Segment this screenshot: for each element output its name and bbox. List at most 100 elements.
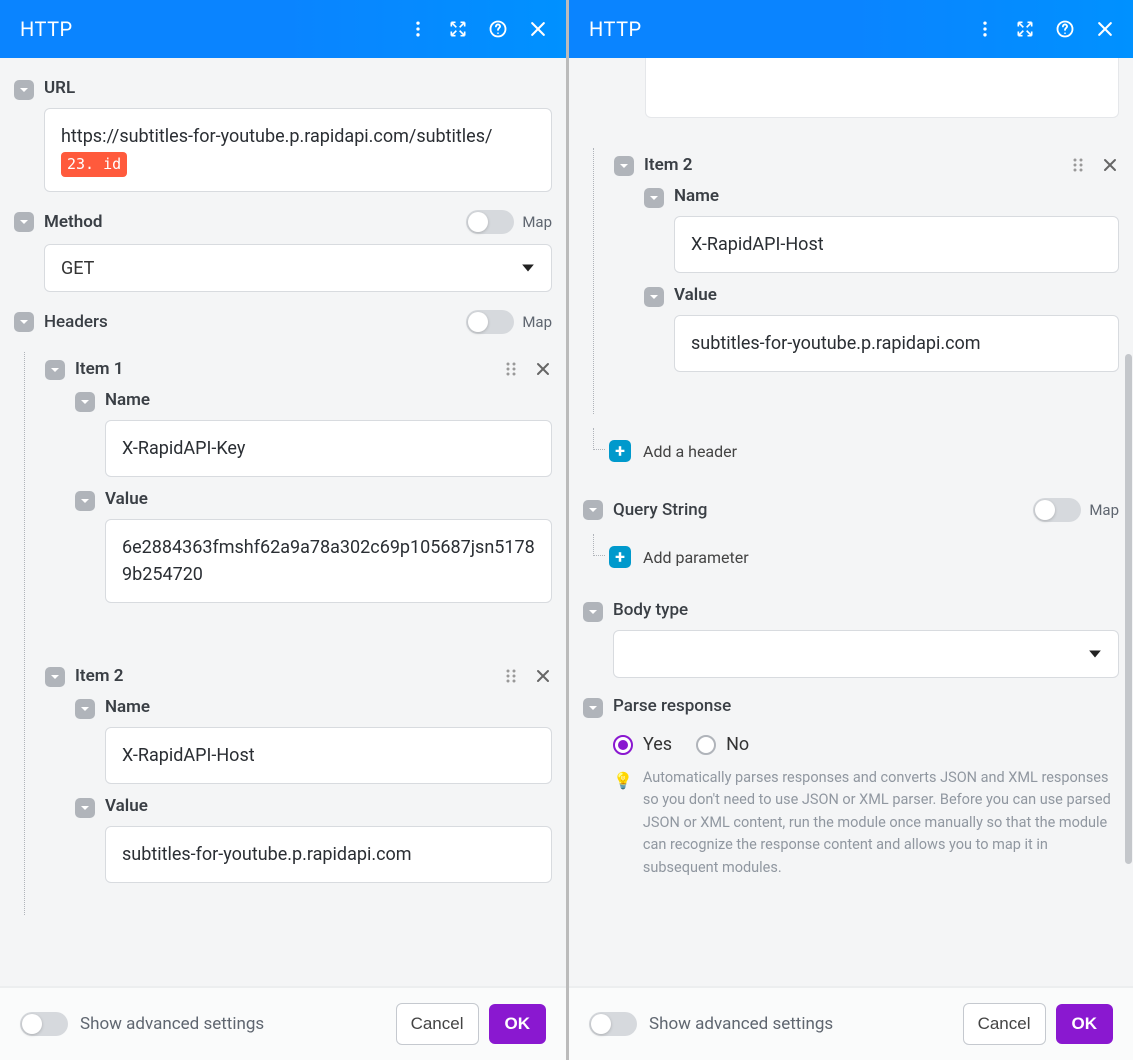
help-icon[interactable] (1055, 19, 1075, 39)
body-select[interactable] (613, 630, 1119, 678)
url-label: URL (44, 78, 552, 98)
headers-list: Item 1 Name X-RapidAPI-Key (24, 352, 552, 915)
map-toggle[interactable] (466, 310, 514, 334)
expand-icon[interactable] (448, 19, 468, 39)
collapse-button[interactable] (14, 312, 34, 332)
ok-button[interactable]: OK (1056, 1004, 1114, 1044)
close-icon[interactable] (528, 19, 548, 39)
map-label: Map (1089, 501, 1119, 519)
url-text: https://subtitles-for-youtube.p.rapidapi… (61, 126, 492, 147)
parse-field: Parse response Yes No 💡 Automatically pa… (583, 696, 1119, 879)
name-label: Name (674, 186, 1119, 206)
panel-title: HTTP (20, 17, 408, 41)
collapse-button[interactable] (583, 500, 603, 520)
collapse-button[interactable] (14, 212, 34, 232)
scrollbar-thumb[interactable] (1125, 354, 1132, 864)
method-field: Method Map GET (14, 210, 552, 292)
collapse-button[interactable] (614, 156, 634, 176)
radio-yes[interactable]: Yes (613, 734, 672, 755)
titlebar: HTTP (569, 0, 1133, 58)
header-item: Item 2 (614, 154, 1119, 176)
url-field: URL https://subtitles-for-youtube.p.rapi… (14, 78, 552, 192)
remove-item-icon[interactable] (1101, 156, 1119, 174)
name-input[interactable]: X-RapidAPI-Key (105, 420, 552, 477)
name-label: Name (105, 390, 552, 410)
method-label: Method (44, 212, 102, 232)
headers-list: Item 2 Name X-RapidAPI-Host (593, 148, 1119, 414)
drag-handle-icon[interactable] (1069, 156, 1087, 174)
advanced-toggle[interactable] (20, 1012, 68, 1036)
collapse-button[interactable] (583, 602, 603, 622)
collapse-button[interactable] (75, 392, 95, 412)
name-label: Name (105, 697, 552, 717)
item-title: Item 2 (75, 666, 492, 686)
ok-button[interactable]: OK (489, 1004, 547, 1044)
map-label: Map (522, 213, 552, 231)
query-label: Query String (613, 500, 707, 520)
advanced-label: Show advanced settings (80, 1014, 264, 1034)
collapse-button[interactable] (75, 491, 95, 511)
map-label: Map (522, 313, 552, 331)
value-label: Value (674, 285, 1119, 305)
cancel-button[interactable]: Cancel (396, 1003, 479, 1045)
collapse-button[interactable] (644, 287, 664, 307)
titlebar-actions (408, 19, 548, 39)
scrollbar-track (1125, 90, 1132, 970)
titlebar-actions (975, 19, 1115, 39)
more-icon[interactable] (975, 19, 995, 39)
radio-dot-icon (696, 735, 716, 755)
body-type-field: Body type (583, 600, 1119, 678)
add-param-row: + Add parameter (583, 540, 1119, 574)
panel-footer: Show advanced settings Cancel OK (0, 986, 566, 1060)
collapse-button[interactable] (14, 80, 34, 100)
map-toggle[interactable] (1033, 498, 1081, 522)
radio-no[interactable]: No (696, 734, 749, 755)
help-icon[interactable] (488, 19, 508, 39)
add-header-button[interactable]: + (609, 440, 631, 462)
collapse-button[interactable] (45, 360, 65, 380)
parse-label: Parse response (613, 696, 1119, 716)
collapse-button[interactable] (644, 188, 664, 208)
value-input[interactable]: subtitles-for-youtube.p.rapidapi.com (674, 315, 1119, 372)
collapse-button[interactable] (45, 667, 65, 687)
method-select[interactable]: GET (44, 244, 552, 292)
value-input[interactable]: 6e2884363fmshf62a9a78a302c69p105687jsn51… (105, 519, 552, 603)
add-param-button[interactable]: + (609, 546, 631, 568)
item-title: Item 1 (75, 359, 492, 379)
partial-previous-input[interactable] (645, 58, 1119, 118)
collapse-button[interactable] (75, 699, 95, 719)
header-item: Item 1 (45, 358, 552, 380)
remove-item-icon[interactable] (534, 667, 552, 685)
variable-chip[interactable]: 23. id (61, 152, 127, 177)
close-icon[interactable] (1095, 19, 1115, 39)
name-input[interactable]: X-RapidAPI-Host (105, 727, 552, 784)
hint-text: 💡 Automatically parses responses and con… (613, 767, 1119, 879)
panel-title: HTTP (589, 17, 975, 41)
collapse-button[interactable] (583, 698, 603, 718)
url-input[interactable]: https://subtitles-for-youtube.p.rapidapi… (44, 108, 552, 192)
advanced-label: Show advanced settings (649, 1014, 833, 1034)
chevron-down-icon (521, 261, 535, 275)
cancel-button[interactable]: Cancel (963, 1003, 1046, 1045)
parse-options: Yes No (613, 726, 1119, 767)
expand-icon[interactable] (1015, 19, 1035, 39)
method-value: GET (61, 258, 94, 279)
header-item: Item 2 (45, 665, 552, 687)
more-icon[interactable] (408, 19, 428, 39)
add-param-label: Add parameter (643, 548, 749, 567)
drag-handle-icon[interactable] (502, 360, 520, 378)
query-field: Query String Map (583, 498, 1119, 532)
collapse-button[interactable] (75, 798, 95, 818)
value-label: Value (105, 489, 552, 509)
value-input[interactable]: subtitles-for-youtube.p.rapidapi.com (105, 826, 552, 883)
map-toggle[interactable] (466, 210, 514, 234)
add-header-label: Add a header (643, 442, 737, 461)
value-label: Value (105, 796, 552, 816)
advanced-toggle[interactable] (589, 1012, 637, 1036)
http-panel-right: HTTP Item 2 (566, 0, 1133, 1060)
remove-item-icon[interactable] (534, 360, 552, 378)
add-header-row: + Add a header (583, 434, 1119, 468)
body-label: Body type (613, 600, 1119, 620)
drag-handle-icon[interactable] (502, 667, 520, 685)
name-input[interactable]: X-RapidAPI-Host (674, 216, 1119, 273)
